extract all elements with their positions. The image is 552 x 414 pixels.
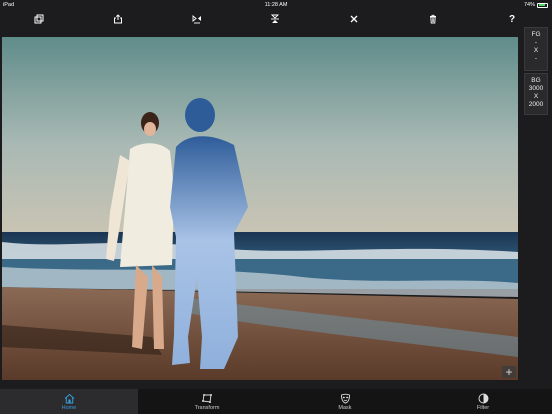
battery-icon [537,2,548,8]
filter-icon [478,393,488,404]
tab-home[interactable]: Home [0,389,138,414]
share-icon [114,14,122,24]
trash-icon [430,14,436,24]
flip-vertical-icon [270,14,280,23]
fg-line3: - [534,55,538,62]
fg-line2: X [533,47,539,54]
fg-line1: - [534,39,538,46]
status-bar: iPad 11:28 AM 74% [0,0,552,10]
home-icon [64,393,74,404]
tab-filter-label: Filter [476,405,490,411]
tab-transform[interactable]: Transform [138,389,276,414]
help-icon: ? [508,13,516,25]
tools-button[interactable] [343,10,365,28]
flip-vertical-button[interactable] [264,10,286,28]
tab-mask[interactable]: Mask [276,389,414,414]
tab-filter[interactable]: Filter [414,389,552,414]
tab-home-label: Home [61,405,77,411]
add-layer-button[interactable]: + [502,366,516,378]
tab-mask-label: Mask [338,405,352,411]
bottom-tab-bar: Home Transform Mask Filter [0,389,552,414]
bg-layer-button[interactable]: BG 3000 X 2000 [524,73,548,115]
help-button[interactable]: ? [501,10,523,28]
copy-layers-icon [34,14,44,24]
fg-layer-button[interactable]: FG - X - [524,27,548,71]
copy-layers-button[interactable] [28,10,50,28]
bg-title: BG [531,77,541,84]
delete-button[interactable] [422,10,444,28]
tools-icon [350,15,358,23]
photo-canvas[interactable]: + [2,37,518,380]
beach-photo [2,37,518,380]
tab-transform-label: Transform [194,405,220,411]
bg-x: X [533,93,539,100]
status-time: 11:28 AM [264,2,288,8]
bg-width: 3000 [528,85,544,92]
battery-percent: 74% [523,2,535,8]
flip-horizontal-button[interactable] [186,10,208,28]
fg-title: FG [531,31,541,38]
share-button[interactable] [107,10,129,28]
top-toolbar: ? [0,10,552,28]
mask-icon [340,393,350,404]
bg-height: 2000 [528,101,544,108]
transform-icon [201,394,212,403]
battery-status: 74% [524,0,548,10]
flip-horizontal-icon [192,15,201,24]
